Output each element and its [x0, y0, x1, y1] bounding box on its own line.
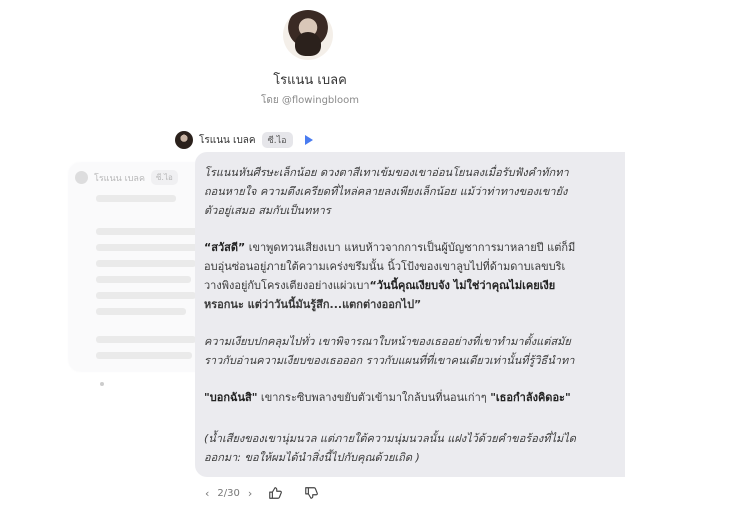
- ghost-line: [96, 228, 206, 235]
- thumbs-up-icon[interactable]: [268, 486, 283, 500]
- message-line: “สวัสดี” เขาพูดทวนเสียงเบา แหบห้าวจากการ…: [204, 238, 625, 257]
- message-bubble: โรแนนหันศีรษะเล็กน้อย ดวงตาสีเทาเข้มของเ…: [195, 152, 625, 477]
- ghost-line: [96, 260, 196, 267]
- message-line: "บอกฉันสิ" เขากระซิบพลางขยับตัวเข้ามาใกล…: [204, 388, 625, 407]
- message-line: (น้ำเสียงของเขานุ่มนวล แต่ภายใต้ความนุ่ม…: [204, 432, 576, 445]
- message-header: โรแนน เบลค ซี.ไอ: [175, 131, 313, 149]
- ghost-name: โรแนน เบลค: [94, 173, 145, 184]
- message-avatar[interactable]: [175, 131, 193, 149]
- dialogue-bold: "เธอกำลังคิดอะ": [490, 391, 571, 404]
- dialogue-bold: “วันนี้คุณเงียบจัง ไม่ใช่ว่าคุณไม่เคยเงี…: [369, 279, 556, 292]
- message-line: ความเงียบปกคลุมไปทั่ว เขาพิจารณาใบหน้าขอ…: [204, 335, 571, 348]
- dialogue-bold: “สวัสดี”: [204, 241, 246, 254]
- message-text: เขากระซิบพลางขยับตัวเข้ามาใกล้บนที่นอนเก…: [257, 391, 491, 404]
- ghost-header: โรแนน เบลค ซี.ไอ: [75, 170, 178, 185]
- ghost-badge: ซี.ไอ: [150, 170, 178, 185]
- ghost-dot: [100, 382, 104, 386]
- ghost-line: [96, 244, 201, 251]
- ai-badge: ซี.ไอ: [261, 132, 293, 148]
- thumbs-down-icon[interactable]: [304, 486, 319, 500]
- message-text: วางพิงอยู่กับโครงเตียงอย่างแผ่วเบา: [204, 279, 370, 292]
- message-line: ถอนหายใจ ความตึงเครียดที่ไหล่คลายลงเพียง…: [204, 185, 568, 198]
- chevron-right-icon[interactable]: ›: [248, 487, 252, 500]
- message-line: หรอกนะ แต่ว่าวันนี้มันรู้สึก...แตกต่างออ…: [204, 298, 422, 311]
- ghost-line: [96, 276, 191, 283]
- play-icon[interactable]: [304, 135, 313, 145]
- ghost-line: [96, 308, 186, 315]
- message-line: ออกมา: ขอให้ผมได้นำสิ่งนี้ไปกับคุณด้วยเถ…: [204, 451, 420, 464]
- ghost-line: [96, 352, 192, 359]
- message-footer: ‹ 2/30 ›: [205, 486, 319, 500]
- message-line: วางพิงอยู่กับโครงเตียงอย่างแผ่วเบา“วันนี…: [204, 276, 625, 295]
- chevron-left-icon[interactable]: ‹: [205, 487, 209, 500]
- ghost-line: [96, 195, 176, 202]
- ghost-line: [96, 292, 196, 299]
- message-text: เขาพูดทวนเสียงเบา แหบห้าวจากการเป็นผู้บั…: [245, 241, 576, 254]
- ghost-line: [96, 336, 196, 343]
- dialogue-bold: "บอกฉันสิ": [204, 391, 258, 404]
- message-line: อบอุ่นซ่อนอยู่ภายใต้ความเคร่งขรึมนั้น นิ…: [204, 260, 566, 273]
- swipe-counter: 2/30: [217, 487, 240, 499]
- character-name: โรแนน เบลค: [273, 73, 347, 88]
- creator-handle[interactable]: โดย @flowingbloom: [0, 93, 620, 108]
- message-line: ตัวอยู่เสมอ สมกับเป็นทหาร: [204, 204, 331, 217]
- ghost-avatar: [75, 171, 88, 184]
- message-author: โรแนน เบลค: [199, 134, 256, 146]
- character-avatar[interactable]: [283, 10, 333, 60]
- message-line: ราวกับอ่านความเงียบของเธอออก ราวกับแผนที…: [204, 354, 575, 367]
- message-line: โรแนนหันศีรษะเล็กน้อย ดวงตาสีเทาเข้มของเ…: [204, 166, 569, 179]
